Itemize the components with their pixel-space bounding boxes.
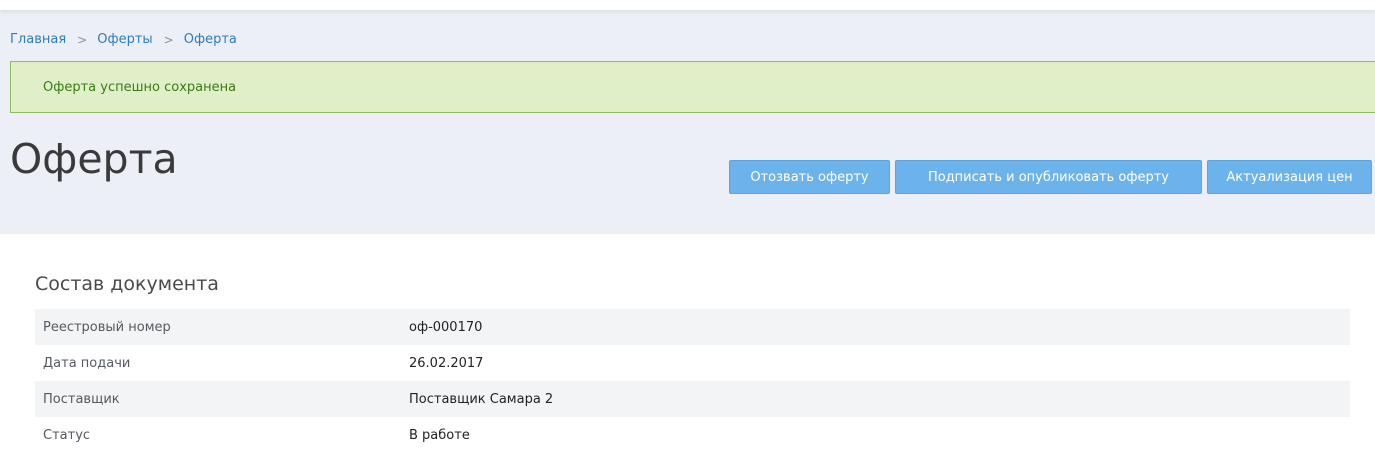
field-label: Статус xyxy=(35,417,409,453)
price-update-button[interactable]: Актуализация цен xyxy=(1207,160,1372,194)
section-title: Состав документа xyxy=(35,273,219,295)
field-value: оф-000170 xyxy=(409,309,1350,345)
table-row: Поставщик Поставщик Самара 2 xyxy=(35,381,1350,417)
chevron-right-icon: > xyxy=(163,33,174,47)
field-label: Дата подачи xyxy=(35,345,409,381)
revoke-offer-button[interactable]: Отозвать оферту xyxy=(729,160,890,194)
breadcrumb-link-offers[interactable]: Оферты xyxy=(97,31,152,49)
action-buttons: Отозвать оферту Подписать и опубликовать… xyxy=(729,160,1372,194)
breadcrumb: Главная > Оферты > Оферта xyxy=(10,31,237,49)
field-label: Реестровый номер xyxy=(35,309,409,345)
breadcrumb-link-home[interactable]: Главная xyxy=(10,31,66,49)
chevron-right-icon: > xyxy=(77,33,88,47)
breadcrumb-link-offer[interactable]: Оферта xyxy=(184,31,237,49)
alert-message: Оферта успешно сохранена xyxy=(43,80,237,95)
table-row: Дата подачи 26.02.2017 xyxy=(35,345,1350,381)
page-title: Оферта xyxy=(10,135,178,183)
field-value: 26.02.2017 xyxy=(409,345,1350,381)
field-value: В работе xyxy=(409,417,1350,453)
sign-publish-offer-button[interactable]: Подписать и опубликовать оферту xyxy=(895,160,1202,194)
table-row: Реестровый номер оф-000170 xyxy=(35,309,1350,345)
top-strip xyxy=(0,0,1375,10)
field-label: Поставщик xyxy=(35,381,409,417)
table-row: Статус В работе xyxy=(35,417,1350,453)
field-value: Поставщик Самара 2 xyxy=(409,381,1350,417)
success-alert: Оферта успешно сохранена xyxy=(10,61,1375,113)
document-details-table: Реестровый номер оф-000170 Дата подачи 2… xyxy=(35,309,1350,453)
document-card: Состав документа Реестровый номер оф-000… xyxy=(10,234,1375,467)
